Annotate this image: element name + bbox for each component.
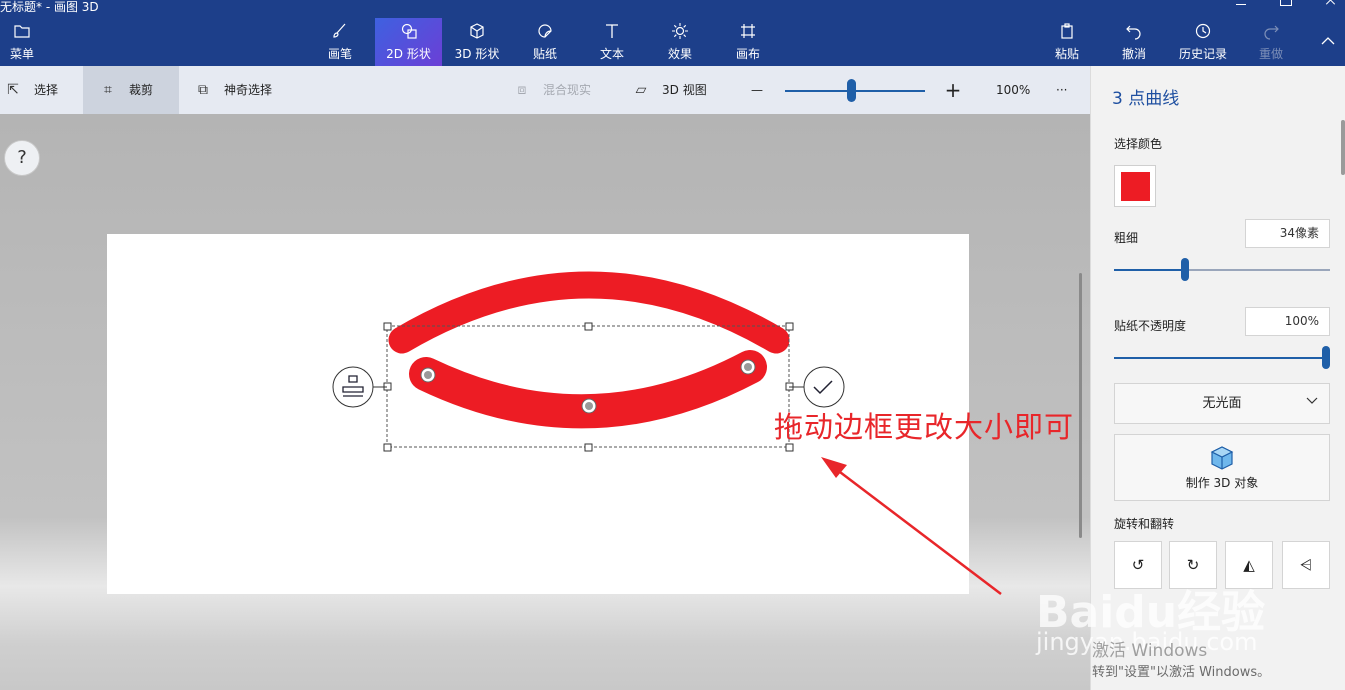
redo-button[interactable]: 重做 bbox=[1250, 18, 1292, 66]
thickness-slider-fill bbox=[1114, 269, 1185, 271]
annotation-text: 拖动边框更改大小即可 bbox=[774, 410, 1075, 444]
make-3d-label: 制作 3D 对象 bbox=[1185, 476, 1259, 490]
chevron-up-icon bbox=[1314, 32, 1342, 52]
opacity-input[interactable]: 100% bbox=[1245, 307, 1330, 336]
thickness-slider-thumb[interactable] bbox=[1181, 258, 1189, 281]
stamp-icon[interactable] bbox=[332, 366, 374, 408]
flip-horizontal-icon: ◭ bbox=[1243, 556, 1255, 574]
opacity-slider-fill bbox=[1114, 357, 1330, 359]
collapse-ribbon-button[interactable] bbox=[1314, 18, 1342, 66]
chevron-down-icon bbox=[1305, 384, 1319, 423]
finish-dropdown[interactable]: 无光面 bbox=[1114, 383, 1330, 424]
undo-icon bbox=[1113, 22, 1155, 42]
panel-scrollbar[interactable] bbox=[1341, 120, 1345, 175]
make-3d-button[interactable]: 制作 3D 对象 bbox=[1114, 434, 1330, 501]
rotate-label: 旋转和翻转 bbox=[1114, 517, 1175, 531]
undo-label: 撤消 bbox=[1121, 47, 1146, 61]
cube-icon bbox=[1210, 446, 1234, 470]
activate-windows-hint: 转到"设置"以激活 Windows。 bbox=[1092, 665, 1271, 680]
redo-label: 重做 bbox=[1258, 47, 1283, 61]
drawing-layer bbox=[332, 271, 1002, 595]
maximize-button[interactable] bbox=[1280, 0, 1292, 6]
thickness-slider[interactable] bbox=[1114, 258, 1330, 281]
rotate-right-icon: ↻ bbox=[1186, 556, 1200, 574]
close-button[interactable] bbox=[1325, 0, 1337, 6]
checkmark-icon[interactable] bbox=[803, 366, 845, 408]
color-picker-button[interactable] bbox=[1114, 165, 1156, 207]
color-label: 选择颜色 bbox=[1114, 137, 1163, 151]
rotate-right-button[interactable]: ↻ bbox=[1169, 541, 1217, 589]
rotate-left-button[interactable]: ↺ bbox=[1114, 541, 1162, 589]
activate-windows-title: 激活 Windows bbox=[1092, 641, 1208, 661]
properties-panel: 3 点曲线 选择颜色 粗细 34像素 贴纸不透明度 100% 无光面 制作 3D… bbox=[1090, 66, 1345, 690]
thickness-label: 粗细 bbox=[1114, 231, 1139, 245]
thickness-input[interactable]: 34像素 bbox=[1245, 219, 1330, 248]
finish-value: 无光面 bbox=[1202, 396, 1242, 411]
opacity-label: 贴纸不透明度 bbox=[1114, 319, 1187, 333]
flip-vertical-icon: ⩤ bbox=[1299, 556, 1312, 574]
minimize-button[interactable] bbox=[1236, 4, 1246, 6]
flip-vertical-button[interactable]: ⩤ bbox=[1282, 541, 1330, 589]
opacity-slider-thumb[interactable] bbox=[1322, 346, 1330, 369]
color-swatch bbox=[1121, 172, 1150, 201]
panel-title: 3 点曲线 bbox=[1112, 89, 1180, 109]
upper-curve-shape bbox=[388, 271, 790, 354]
undo-button[interactable]: 撤消 bbox=[1113, 18, 1155, 66]
flip-horizontal-button[interactable]: ◭ bbox=[1225, 541, 1273, 589]
redo-icon bbox=[1250, 22, 1292, 42]
history-icon bbox=[1175, 22, 1231, 42]
annotation-arrow bbox=[821, 457, 1002, 595]
opacity-slider[interactable] bbox=[1114, 346, 1330, 369]
rotate-left-icon: ↺ bbox=[1131, 556, 1145, 574]
history-button[interactable]: 历史记录 bbox=[1175, 18, 1231, 66]
history-label: 历史记录 bbox=[1178, 47, 1227, 61]
